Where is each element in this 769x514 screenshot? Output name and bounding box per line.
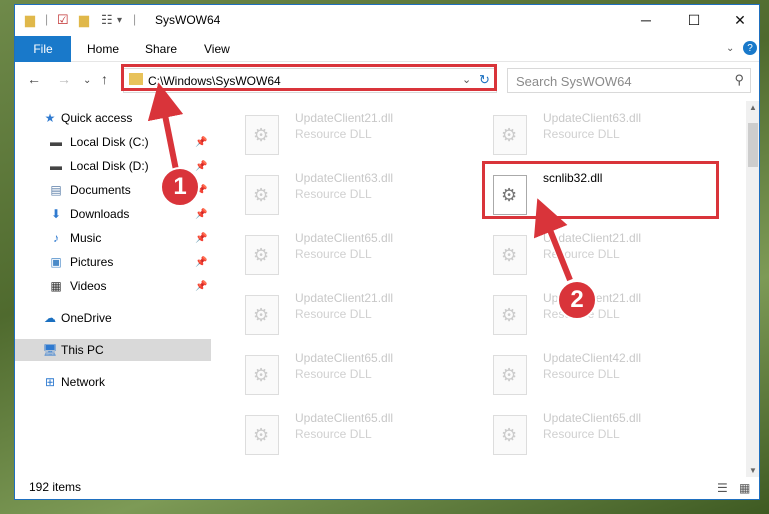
- step-1-badge: 1: [160, 167, 200, 207]
- step-2-badge: 2: [557, 280, 597, 320]
- annotation-arrows: [147, 82, 575, 282]
- arrow-2: [533, 198, 573, 282]
